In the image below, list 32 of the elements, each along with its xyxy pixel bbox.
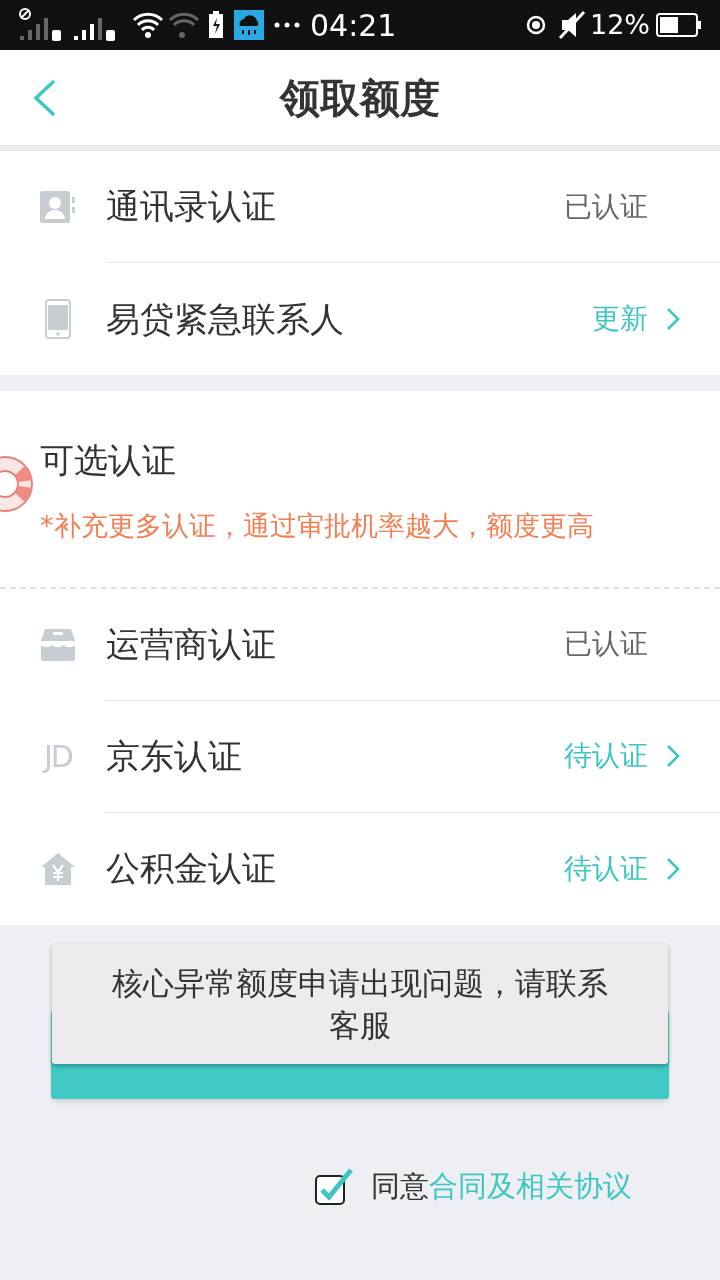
status-text: 更新 [592,301,648,337]
status-text: 待认证 [564,738,648,774]
status-text: 待认证 [564,850,648,887]
more-icon [274,22,300,28]
chevron-right-icon [666,307,680,331]
weather-icon [234,10,264,40]
phone-icon [45,299,71,339]
location-icon [524,13,548,37]
agree-checkbox[interactable] [315,1167,353,1206]
store-icon [41,628,75,661]
battery-charging-icon [208,11,224,39]
chevron-right-icon [666,744,680,768]
chevron-right-icon [666,856,680,881]
battery-percent: 12% [590,7,650,42]
agreement-text: 同意 [371,1167,429,1205]
item-label: 京东认证 [106,734,243,778]
error-toast: 核心异常额度申请出现问题，请联系客服 [52,944,668,1064]
contact-card-icon [40,189,76,225]
clock-text: 04:21 [310,6,397,45]
house-yen-icon [41,852,75,885]
status-text: 已认证 [564,626,648,662]
item-label: 易贷紧急联系人 [106,297,345,341]
section-title: 可选认证 [40,439,177,482]
item-label: 公积金认证 [106,847,277,890]
item-label: 运营商认证 [106,622,277,666]
status-text: 已认证 [564,188,648,225]
mute-icon [558,10,586,40]
wifi-icon [132,10,202,40]
page-title: 领取额度 [280,73,440,123]
battery-icon [656,13,702,37]
item-label: 通讯录认证 [106,185,277,228]
hint-text: *补充更多认证，通过审批机率越大，额度更高 [40,509,595,543]
